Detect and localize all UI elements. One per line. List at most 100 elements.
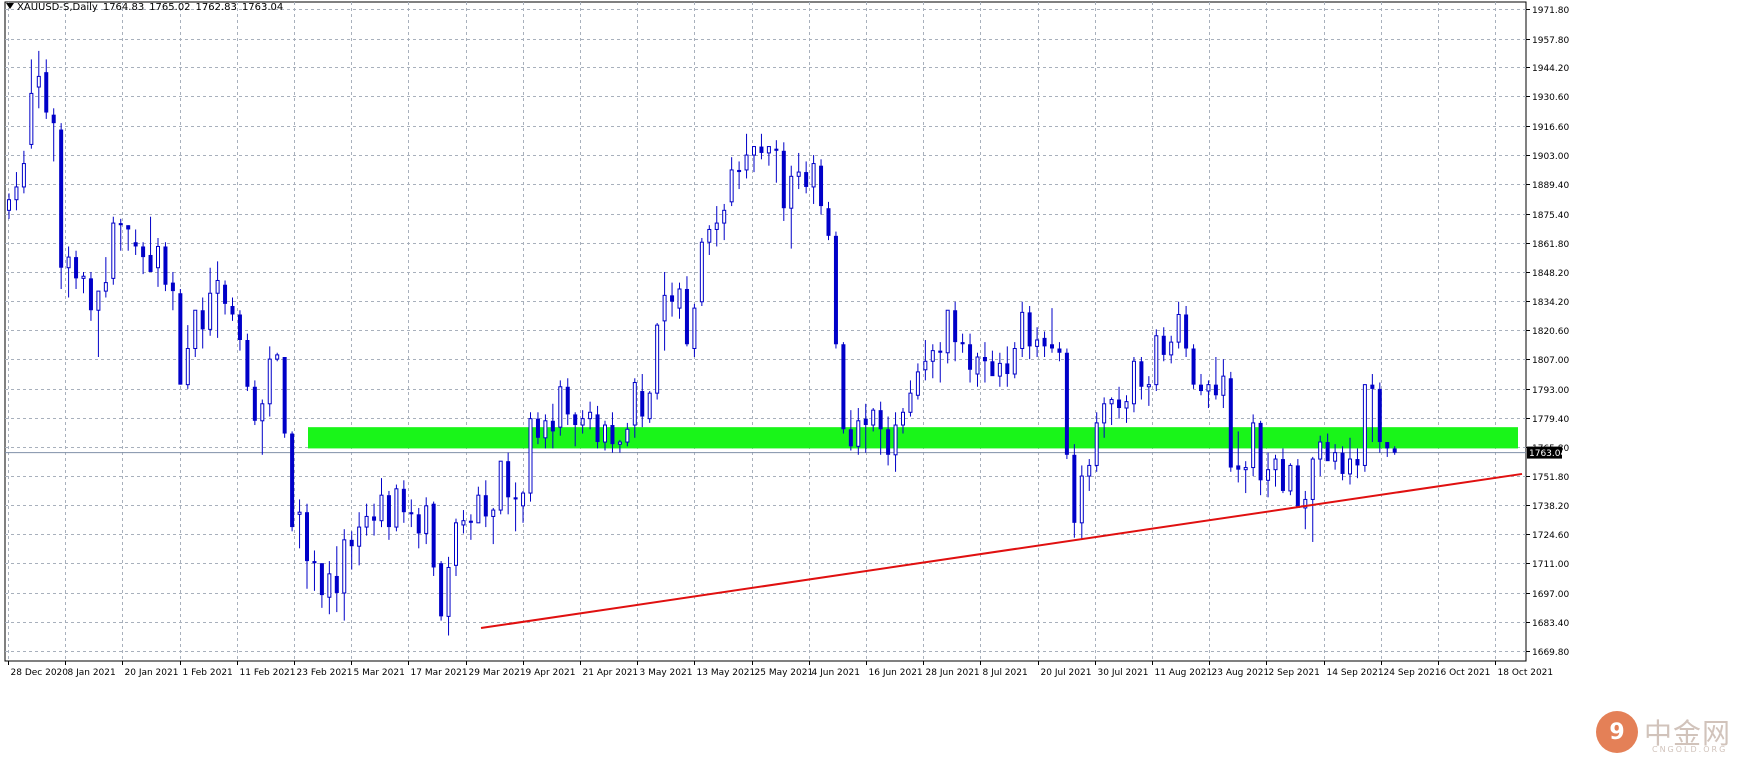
candle-body[interactable] <box>938 350 943 353</box>
candle-body[interactable] <box>439 563 444 617</box>
candle-body[interactable] <box>81 275 86 279</box>
candle-body[interactable] <box>1355 459 1360 466</box>
candle-body[interactable] <box>640 391 645 417</box>
candle-body[interactable] <box>595 414 600 443</box>
candle-body[interactable] <box>588 411 593 420</box>
candle-body[interactable] <box>722 209 727 224</box>
candle-body[interactable] <box>1079 475 1084 524</box>
candle-body[interactable] <box>990 361 995 377</box>
candle-body[interactable] <box>1057 348 1062 353</box>
candle-body[interactable] <box>1146 384 1151 388</box>
candle-body[interactable] <box>156 245 160 269</box>
candle-body[interactable] <box>707 228 712 243</box>
candle-body[interactable] <box>14 186 19 201</box>
candle-body[interactable] <box>1154 335 1159 386</box>
candle-body[interactable] <box>1109 399 1114 405</box>
candle-body[interactable] <box>342 539 347 594</box>
candle-body[interactable] <box>364 515 369 528</box>
candle-body[interactable] <box>74 257 79 279</box>
candle-body[interactable] <box>729 169 734 203</box>
candle-body[interactable] <box>580 418 585 426</box>
candle-body[interactable] <box>237 314 242 341</box>
candle-body[interactable] <box>513 497 518 500</box>
candle-body[interactable] <box>625 428 630 443</box>
candle-body[interactable] <box>1191 348 1196 385</box>
candle-body[interactable] <box>1094 422 1099 466</box>
candle-body[interactable] <box>267 358 272 405</box>
chart-window[interactable]: 1971.80 1957.80 1944.20 1930.60 1916.60 1903.… <box>0 0 1743 761</box>
candle-body[interactable] <box>1318 441 1323 460</box>
candle-body[interactable] <box>1288 464 1293 492</box>
candle-body[interactable] <box>543 420 548 439</box>
candle-body[interactable] <box>1064 352 1069 455</box>
candle-body[interactable] <box>558 386 563 428</box>
candle-body[interactable] <box>841 344 846 430</box>
candle-body[interactable] <box>36 75 41 88</box>
candle-body[interactable] <box>51 114 56 124</box>
candle-body[interactable] <box>871 409 876 426</box>
candle-body[interactable] <box>930 350 935 362</box>
candle-body[interactable] <box>506 461 511 498</box>
candle-body[interactable] <box>915 371 920 396</box>
candle-body[interactable] <box>856 420 861 447</box>
candle-body[interactable] <box>826 208 831 236</box>
candle-body[interactable] <box>59 129 64 268</box>
candle-body[interactable] <box>96 290 101 311</box>
candle-body[interactable] <box>416 514 421 534</box>
candle-body[interactable] <box>305 512 309 562</box>
candle-body[interactable] <box>997 362 1002 377</box>
candle-body[interactable] <box>424 505 429 534</box>
candle-body[interactable] <box>632 382 637 426</box>
candle-body[interactable] <box>603 424 607 443</box>
candle-body[interactable] <box>461 520 466 526</box>
candle-body[interactable] <box>886 429 891 455</box>
candle-body[interactable] <box>282 357 287 434</box>
candle-body[interactable] <box>1131 360 1136 405</box>
candle-body[interactable] <box>670 295 675 302</box>
candle-body[interactable] <box>103 282 108 292</box>
candle-body[interactable] <box>789 175 794 209</box>
candle-body[interactable] <box>1258 422 1263 481</box>
price-chart[interactable]: 1971.80 1957.80 1944.20 1930.60 1916.60 1903.… <box>0 0 1743 761</box>
candle-body[interactable] <box>610 425 615 445</box>
candle-body[interactable] <box>185 348 190 386</box>
candle-body[interactable] <box>945 309 950 354</box>
candle-body[interactable] <box>372 516 377 521</box>
candle-body[interactable] <box>327 573 332 598</box>
candle-body[interactable] <box>781 150 786 209</box>
candle-body[interactable] <box>1236 465 1241 470</box>
candle-body[interactable] <box>1184 314 1189 349</box>
candle-body[interactable] <box>260 403 265 422</box>
candle-body[interactable] <box>1102 403 1107 424</box>
candle-body[interactable] <box>1392 448 1397 453</box>
candle-body[interactable] <box>1199 384 1203 392</box>
candle-body[interactable] <box>1266 469 1271 481</box>
candle-body[interactable] <box>528 418 533 494</box>
candle-body[interactable] <box>252 386 257 421</box>
candle-body[interactable] <box>1176 313 1181 343</box>
candle-body[interactable] <box>349 539 354 547</box>
candle-body[interactable] <box>662 294 667 322</box>
candle-body[interactable] <box>1340 452 1345 474</box>
candle-body[interactable] <box>290 433 295 528</box>
candle-body[interactable] <box>1385 442 1390 449</box>
candle-body[interactable] <box>319 563 324 596</box>
candle-body[interactable] <box>1050 344 1054 349</box>
candle-body[interactable] <box>454 522 458 566</box>
candle-body[interactable] <box>401 488 406 513</box>
candle-body[interactable] <box>1124 401 1129 409</box>
candle-body[interactable] <box>44 72 49 113</box>
candle-body[interactable] <box>752 146 756 156</box>
candle-body[interactable] <box>714 222 719 230</box>
candle-body[interactable] <box>394 488 399 528</box>
candle-body[interactable] <box>1139 361 1144 387</box>
candle-body[interactable] <box>1273 458 1278 471</box>
candle-body[interactable] <box>223 284 228 304</box>
candle-body[interactable] <box>111 222 116 279</box>
candle-body[interactable] <box>1206 384 1211 392</box>
candle-body[interactable] <box>1042 337 1047 347</box>
candle-body[interactable] <box>901 411 905 426</box>
candle-body[interactable] <box>774 148 779 151</box>
candle-body[interactable] <box>1243 467 1248 471</box>
candle-body[interactable] <box>677 288 682 309</box>
